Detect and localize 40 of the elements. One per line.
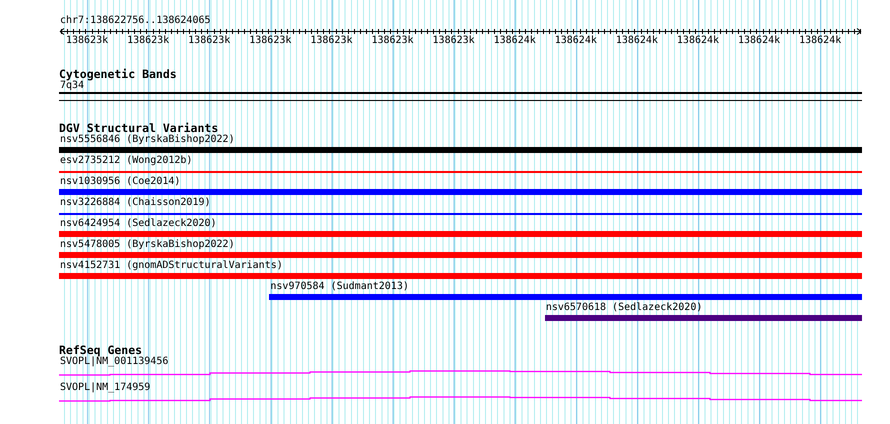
track-title: Cytogenetic Bands <box>59 68 178 80</box>
locus-label: chr7:138622756..138624065 <box>59 15 212 27</box>
tick-label: 138623k <box>249 35 292 46</box>
tick-label: 138623k <box>310 35 352 46</box>
tick-label: 138623k <box>66 35 108 46</box>
band-label: 7q34 <box>60 80 84 92</box>
tick-label: 138623k <box>371 35 414 46</box>
tick-label: 138623k <box>432 35 475 46</box>
variant-bar[interactable] <box>59 189 862 195</box>
tick-label: 138624k <box>554 35 597 46</box>
variant-bar[interactable] <box>59 273 862 279</box>
variant-label: nsv970584 (Sudmant2013) <box>269 281 410 293</box>
variant-label: nsv3226884 (Chaisson2019) <box>59 197 212 209</box>
tick-label: 138624k <box>738 35 780 46</box>
variant-bar[interactable] <box>59 147 862 153</box>
tick-label: 138624k <box>494 35 536 46</box>
tick-label: 138623k <box>188 35 230 46</box>
variant-line[interactable] <box>59 171 862 172</box>
variant-bar[interactable] <box>59 252 862 258</box>
gene-label: SVOPL|NM_174959 <box>59 382 152 394</box>
track-title: DGV Structural Variants <box>59 122 218 134</box>
variant-label: esv2735212 (Wong2012b) <box>59 155 194 167</box>
variant-label: nsv6570618 (Sedlazeck2020) <box>544 302 704 314</box>
variant-bar[interactable] <box>544 315 862 321</box>
variant-bar[interactable] <box>59 231 862 237</box>
variant-bar[interactable] <box>269 294 862 300</box>
gene-line[interactable] <box>59 370 862 376</box>
tick-label: 138624k <box>676 35 720 46</box>
variant-label: nsv4152731 (gnomADStructuralVariants) <box>59 260 284 272</box>
tick-label: 138624k <box>616 35 658 46</box>
tick-label: 138624k <box>799 35 842 46</box>
gene-line[interactable] <box>59 396 862 402</box>
tick-label: 138623k <box>127 35 170 46</box>
track-title: RefSeq Genes <box>59 344 142 356</box>
variant-label: nsv6424954 (Sedlazeck2020) <box>59 218 218 230</box>
variant-line[interactable] <box>59 213 862 214</box>
variant-label: nsv5478005 (ByrskaBishop2022) <box>59 239 236 251</box>
variant-label: nsv5556846 (ByrskaBishop2022) <box>59 134 236 146</box>
variant-label: nsv1030956 (Coe2014) <box>59 176 182 188</box>
gene-label: SVOPL|NM_001139456 <box>60 356 170 368</box>
